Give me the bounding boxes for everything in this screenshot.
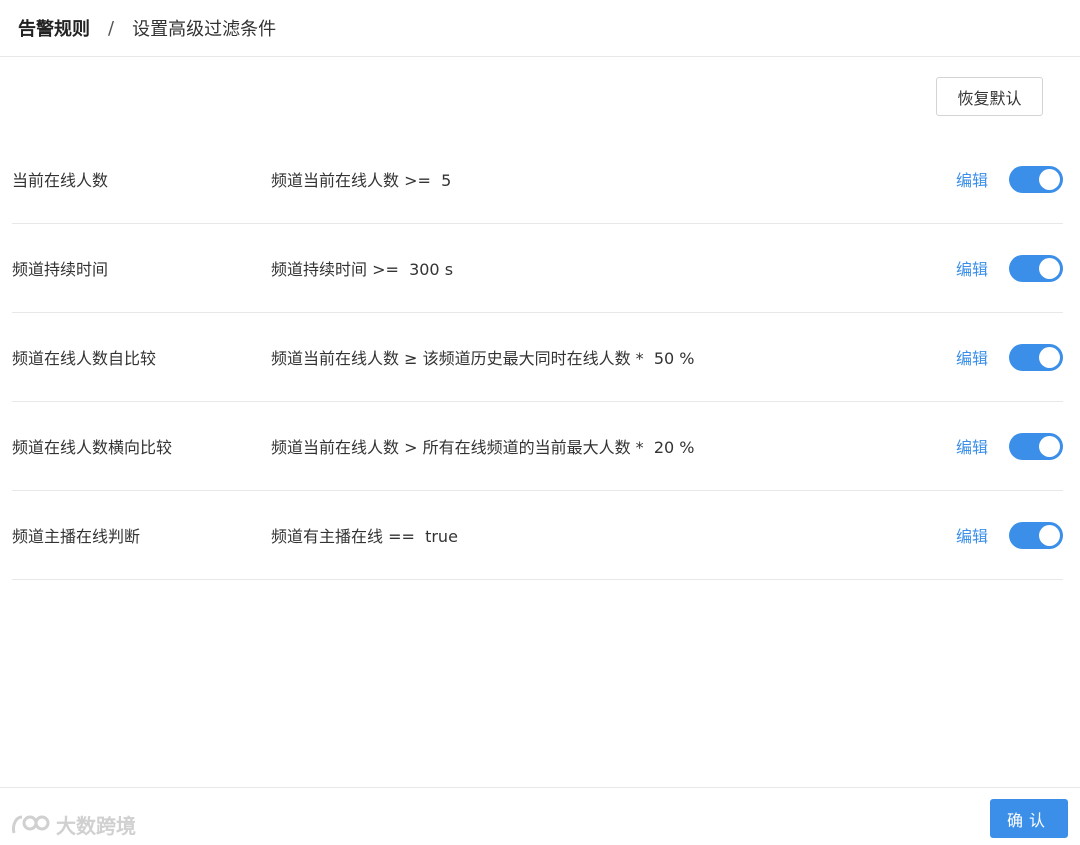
edit-link[interactable]: 编辑 [956,434,988,458]
rule-name: 当前在线人数 [12,171,109,190]
rule-list: 当前在线人数 频道当前在线人数 >= 5 编辑 频道持续时间 频道持续时间 >=… [12,135,1063,580]
rule-toggle[interactable] [1009,165,1063,193]
rule-toggle[interactable] [1009,254,1063,282]
watermark-logo-icon [12,815,50,833]
footer: 大数跨境 确认 [0,787,1080,845]
toggle-knob [1039,524,1060,546]
rule-condition: 频道有主播在线 == true [271,527,458,546]
rule-condition: 频道持续时间 >= 300 s [271,260,454,279]
toggle-knob [1039,168,1060,190]
rule-name: 频道在线人数自比较 [12,349,157,368]
rule-row-cross-compare: 频道在线人数横向比较 频道当前在线人数 > 所有在线频道的当前最大人数 * 20… [12,402,1063,491]
rule-row-duration: 频道持续时间 频道持续时间 >= 300 s 编辑 [12,224,1063,313]
rule-toggle[interactable] [1009,521,1063,549]
confirm-button[interactable]: 确认 [990,799,1068,838]
breadcrumb-separator: / [108,17,115,39]
rule-condition: 频道当前在线人数 ≥ 该频道历史最大同时在线人数 * 50 % [271,349,695,368]
edit-link[interactable]: 编辑 [956,523,988,547]
rule-row-self-compare: 频道在线人数自比较 频道当前在线人数 ≥ 该频道历史最大同时在线人数 * 50 … [12,313,1063,402]
rule-row-host-online: 频道主播在线判断 频道有主播在线 == true 编辑 [12,491,1063,580]
rule-name: 频道持续时间 [12,260,109,279]
rule-name: 频道主播在线判断 [12,527,141,546]
watermark: 大数跨境 [10,810,136,839]
rule-name: 频道在线人数横向比较 [12,438,173,457]
toggle-knob [1039,257,1060,279]
reset-default-button[interactable]: 恢复默认 [936,77,1043,116]
breadcrumb: 告警规则 / 设置高级过滤条件 [0,0,1080,57]
edit-link[interactable]: 编辑 [956,167,988,191]
edit-link[interactable]: 编辑 [956,345,988,369]
rule-condition: 频道当前在线人数 > 所有在线频道的当前最大人数 * 20 % [271,438,695,457]
rule-condition: 频道当前在线人数 >= 5 [271,171,452,190]
toggle-knob [1039,435,1060,457]
rule-row-online-count: 当前在线人数 频道当前在线人数 >= 5 编辑 [12,135,1063,224]
rule-toggle[interactable] [1009,432,1063,460]
rule-toggle[interactable] [1009,343,1063,371]
edit-link[interactable]: 编辑 [956,256,988,280]
breadcrumb-root[interactable]: 告警规则 [18,15,90,41]
page-title: 设置高级过滤条件 [132,19,277,40]
toggle-knob [1039,346,1060,368]
watermark-text: 大数跨境 [56,814,136,838]
